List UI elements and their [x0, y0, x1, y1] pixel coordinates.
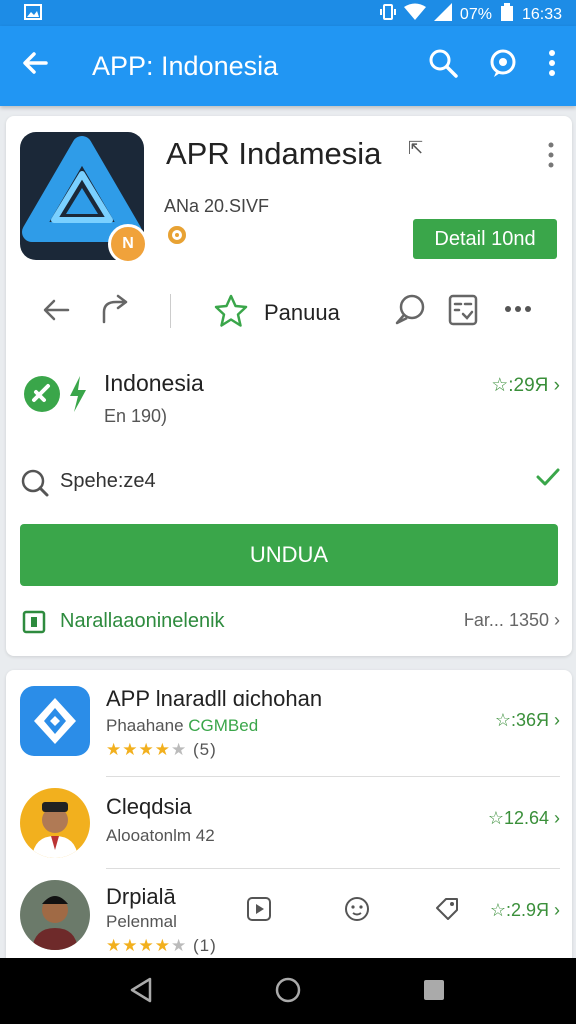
info-link-row[interactable]: Narallaaoninelenik Ꮀar... 1350 ›	[20, 606, 560, 640]
nav-back-icon[interactable]	[128, 976, 154, 1009]
chevron-right-icon: ›	[553, 375, 560, 396]
list-item[interactable]: Drpialā Pelenmal ★★★★★ (1) ☆:2.9Я ›	[20, 880, 560, 960]
publisher-badge: N	[108, 224, 148, 264]
related-apps-card: APP lnaradll ɑichohan Phaahane CGMBed ★★…	[6, 670, 572, 970]
nav-recents-icon[interactable]	[422, 976, 446, 1009]
star-icon[interactable]	[214, 294, 248, 333]
app-title: APR Indamesia	[166, 136, 382, 171]
cursor-icon: ⇱	[408, 138, 424, 158]
app-version: ANa 20.SIVF	[164, 196, 270, 216]
book-icon	[22, 610, 46, 639]
indonesia-title: Indonesia	[104, 370, 204, 396]
app-bar: APP: Indonesia	[0, 26, 576, 106]
rating-dot-icon	[168, 226, 186, 244]
page-title: APP: Indonesia	[92, 51, 279, 81]
more-vert-icon[interactable]	[548, 49, 556, 82]
indonesia-subtitle: En 190)	[104, 406, 168, 426]
app-detail-card: N APR Indamesia ⇱ ANa 20.SIVF Detail 10n…	[6, 116, 572, 656]
list-item-title: Drpialā	[106, 884, 176, 909]
card-menu-icon[interactable]	[548, 142, 554, 168]
avatar	[20, 880, 90, 950]
check-icon	[536, 466, 560, 494]
detail-button[interactable]: Detail 10nd	[413, 219, 557, 259]
app-diamond-icon	[20, 686, 90, 756]
info-link-count: Ꮀar... 1350 ›	[464, 610, 560, 630]
list-item-title: APP lnaradll ɑichohan	[106, 686, 323, 711]
emoji-icon[interactable]	[344, 896, 370, 927]
download-button[interactable]: UNDUA	[20, 524, 558, 586]
back-action-icon[interactable]	[40, 294, 72, 331]
more-horiz-icon[interactable]	[504, 300, 532, 318]
play-icon[interactable]	[246, 896, 272, 927]
status-bar: 07% 16:33	[0, 0, 576, 26]
list-item[interactable]: APP lnaradll ɑichohan Phaahane CGMBed ★★…	[20, 686, 560, 777]
comment-icon[interactable]	[394, 294, 426, 331]
avatar	[20, 788, 90, 858]
battery-icon	[500, 3, 514, 26]
tag-icon[interactable]	[434, 896, 460, 927]
indonesia-rating[interactable]: ☆:29Я ›	[491, 374, 560, 397]
list-item-rating: ☆12.64 ›	[487, 808, 560, 828]
separator	[106, 868, 560, 869]
nav-home-icon[interactable]	[274, 976, 302, 1009]
wifi-icon	[403, 3, 426, 26]
divider	[170, 294, 171, 328]
share-icon[interactable]	[96, 294, 130, 331]
list-item-subtitle: Alooatonlm 42	[106, 826, 215, 845]
signal-icon	[433, 3, 452, 26]
action-row: Panuua	[6, 286, 572, 342]
battery-percent: 07%	[459, 5, 492, 23]
verified-bolt-icon	[22, 370, 92, 423]
list-item-title: Cleqdsia	[106, 794, 192, 819]
gallery-notification-icon	[24, 4, 42, 25]
list-item-subtitle: Phaahane CGMBed	[106, 716, 259, 735]
list-item[interactable]: Cleqdsia Alooatonlm 42 ☆12.64 ›	[20, 788, 560, 869]
list-item-rating: ☆:2.9Я ›	[489, 900, 560, 920]
search-icon-small	[20, 468, 50, 503]
search-text: Spehe:ze4	[60, 470, 156, 492]
back-arrow-icon[interactable]	[20, 48, 50, 83]
star-rating: ★★★★★ (1)	[106, 936, 217, 955]
indonesia-row[interactable]: Indonesia En 190) ☆:29Я ›	[20, 366, 560, 436]
clock: 16:33	[521, 5, 562, 23]
search-row[interactable]: Spehe:ze4	[20, 466, 560, 506]
vibrate-icon	[379, 3, 396, 26]
details-icon[interactable]	[448, 294, 478, 331]
list-item-rating: ☆:36Я ›	[494, 710, 560, 730]
favorite-label[interactable]: Panuua	[264, 300, 340, 326]
info-link-text[interactable]: Narallaaoninelenik	[60, 610, 225, 633]
separator	[106, 776, 560, 777]
star-rating: ★★★★★ (5)	[106, 740, 217, 759]
system-nav-bar	[0, 958, 576, 1024]
search-icon[interactable]	[428, 48, 458, 83]
list-item-subtitle: Pelenmal	[106, 912, 177, 931]
chat-icon[interactable]	[488, 48, 518, 83]
